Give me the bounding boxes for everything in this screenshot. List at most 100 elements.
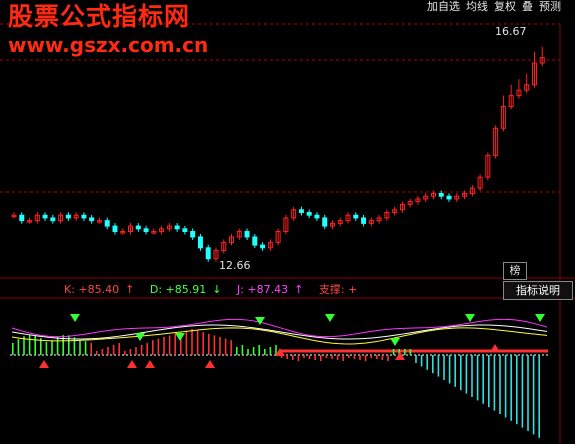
indicator-bar <box>465 355 468 394</box>
indicator-bar <box>258 345 260 355</box>
indicator-bar <box>471 355 473 397</box>
buy-signal-arrow <box>465 314 475 322</box>
indicator-bar <box>17 339 20 355</box>
indicator-bar <box>331 355 333 359</box>
indicator-description-button[interactable]: 指标说明 <box>503 281 573 300</box>
buy-signal-arrow <box>390 338 400 346</box>
candle-body <box>135 225 141 230</box>
overlay-button[interactable]: 叠 <box>522 0 533 13</box>
indicator-bar <box>202 332 204 355</box>
indicator-bar <box>336 355 339 360</box>
indicator-bar <box>297 355 300 361</box>
indicator-bar <box>79 340 81 355</box>
buy-signal-arrow <box>70 314 80 322</box>
candle-body <box>314 214 320 219</box>
indicator-bar <box>269 347 272 355</box>
candle-body <box>182 228 188 233</box>
indicator-bar <box>454 355 456 387</box>
sell-signal-arrow <box>395 352 405 360</box>
indicator-bar <box>482 355 484 404</box>
candle-body <box>306 212 312 216</box>
indicator-bar <box>252 347 255 355</box>
candle-body <box>174 225 180 230</box>
candle-body <box>438 192 444 197</box>
add-to-watchlist-button[interactable]: 加自选 <box>427 0 460 13</box>
indicator-bar <box>163 337 165 355</box>
candle-body <box>19 214 25 222</box>
indicator-legend: K: +85.40 ↑ D: +85.91 ↓ J: +87.43 ↑ 支撑: + <box>0 282 500 298</box>
indicator-bar <box>224 338 227 355</box>
indicator-bar <box>342 355 344 361</box>
indicator-bar <box>96 351 98 355</box>
indicator-bar <box>364 355 367 361</box>
indicator-bar <box>191 329 193 355</box>
indicator-bar <box>381 355 384 360</box>
high-price-label: 16.67 <box>495 25 527 38</box>
indicator-bar <box>314 355 316 360</box>
buy-signal-arrow <box>535 314 545 322</box>
indicator-bar <box>370 355 372 358</box>
candle-body <box>65 214 71 219</box>
indicator-bar <box>359 355 361 360</box>
indicator-bar <box>303 355 305 358</box>
sell-signal-arrow <box>205 360 215 368</box>
indicator-bar <box>376 355 378 359</box>
indicator-bar <box>34 335 36 355</box>
indicator-bar <box>196 330 199 355</box>
candle-body <box>112 225 118 233</box>
d-value: D: +85.91 ↓ <box>149 283 222 296</box>
indicator-bar <box>443 355 445 380</box>
indicator-bar <box>118 343 120 355</box>
indicator-bar <box>404 349 406 355</box>
indicator-bar <box>426 355 428 370</box>
indicator-bar <box>348 355 350 358</box>
indicator-bar <box>84 341 87 355</box>
sell-signal-arrow <box>145 360 155 368</box>
candle-body <box>205 247 211 260</box>
candle-body <box>89 217 95 222</box>
forecast-button[interactable]: 预测 <box>539 0 561 13</box>
candle-body <box>50 217 56 222</box>
indicator-bar <box>516 355 518 425</box>
indicator-bar <box>146 343 148 355</box>
chart-toolbar: 加自选 均线 复权 叠 预测 <box>427 0 561 13</box>
indicator-bar <box>275 345 277 355</box>
indicator-bar <box>510 355 512 421</box>
indicator-bar <box>213 335 216 355</box>
indicator-bar <box>112 345 115 355</box>
ranking-button[interactable]: 榜 <box>503 262 527 280</box>
indicator-bar <box>448 355 451 384</box>
indicator-bar <box>135 347 137 355</box>
indicator-bar <box>499 355 501 414</box>
sell-signal-arrow <box>490 344 500 352</box>
indicator-bar <box>538 355 540 438</box>
indicator-bar <box>12 343 14 355</box>
buy-signal-arrow <box>175 333 185 341</box>
indicator-bar <box>45 341 48 355</box>
indicator-bar <box>152 340 154 355</box>
buy-signal-arrow <box>255 317 265 325</box>
low-price-label: 12.66 <box>219 259 251 272</box>
indicator-bar <box>409 349 412 355</box>
stock-chart-window: 股票公式指标网 www.gszx.com.cn 加自选 均线 复权 叠 预测 1… <box>0 0 575 444</box>
candle-body <box>446 195 452 200</box>
moving-average-button[interactable]: 均线 <box>466 0 488 13</box>
indicator-bar <box>320 355 322 361</box>
sell-signal-arrow <box>127 360 137 368</box>
indicator-bar <box>264 349 266 355</box>
indicator-bar <box>504 355 507 418</box>
indicator-bar <box>230 340 232 355</box>
indicator-bar <box>392 349 395 355</box>
d-line <box>11 327 548 345</box>
indicator-bar <box>219 337 221 355</box>
chart-canvas[interactable] <box>0 0 575 444</box>
candle-body <box>197 236 203 249</box>
indicator-bar <box>51 340 53 355</box>
indicator-bar <box>174 333 176 355</box>
support-value: 支撑: + <box>318 283 358 296</box>
j-value: J: +87.43 ↑ <box>236 283 304 296</box>
candle-body <box>104 220 110 227</box>
indicator-bar <box>236 347 238 355</box>
candle-body <box>298 209 304 213</box>
price-adjust-button[interactable]: 复权 <box>494 0 516 13</box>
